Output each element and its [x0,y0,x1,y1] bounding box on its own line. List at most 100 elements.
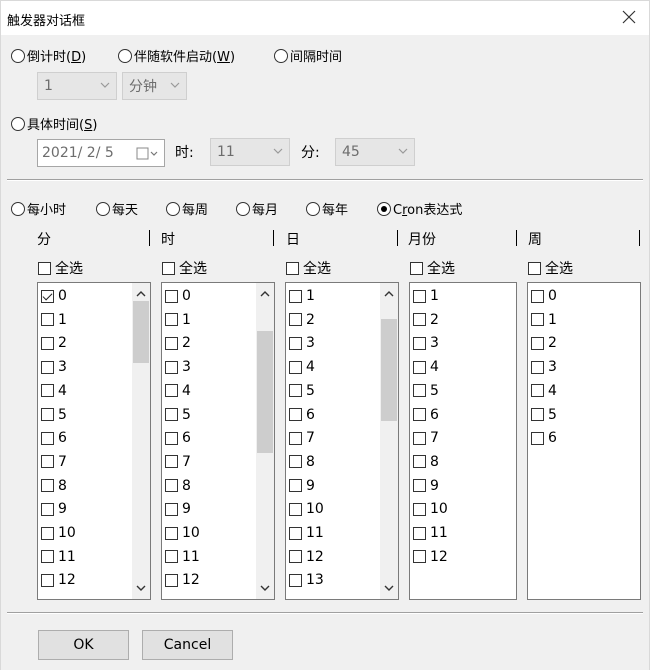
list-item[interactable]: 4 [41,381,67,401]
list-item[interactable]: 12 [165,570,200,590]
scrollbar-thumb[interactable] [257,331,273,453]
list-item[interactable]: 9 [413,476,439,496]
list-item[interactable]: 3 [41,357,67,377]
list-item[interactable]: 5 [165,405,191,425]
scrollbar-thumb[interactable] [381,319,397,421]
list-item[interactable]: 1 [41,310,67,330]
list-item[interactable]: 12 [289,547,324,567]
list-item[interactable]: 0 [165,286,191,306]
select-all-day[interactable]: 全选 [286,258,331,278]
list-item[interactable]: 8 [413,452,439,472]
ok-button[interactable]: OK [38,630,129,660]
list-item[interactable]: 9 [41,499,67,519]
list-item[interactable]: 6 [41,428,67,448]
day-list[interactable]: 1 2 3 4 5 6 7 8 9 10 11 12 13 [285,282,399,600]
chevron-up-icon[interactable] [135,289,147,299]
list-item[interactable]: 7 [41,452,67,472]
week-list[interactable]: 0 1 2 3 4 5 6 [527,282,641,600]
list-item[interactable]: 3 [289,333,315,353]
countdown-value-combo[interactable]: 1 [37,72,117,100]
list-item[interactable]: 4 [165,381,191,401]
date-picker[interactable]: 2021/ 2/ 5 [37,139,165,167]
radio-weekly[interactable]: 每周 [166,199,208,218]
column-header-week: 周 [528,232,542,248]
close-icon[interactable] [619,7,639,27]
list-item[interactable]: 7 [289,428,315,448]
list-item[interactable]: 7 [165,452,191,472]
list-item[interactable]: 1 [531,310,557,330]
list-item[interactable]: 12 [41,570,76,590]
list-item[interactable]: 3 [165,357,191,377]
list-item[interactable]: 8 [289,452,315,472]
list-item[interactable]: 10 [289,499,324,519]
list-item[interactable]: 6 [413,405,439,425]
radio-hourly[interactable]: 每小时 [11,199,66,218]
list-item[interactable]: 11 [41,547,76,567]
list-item[interactable]: 0 [531,286,557,306]
list-item[interactable]: 5 [41,405,67,425]
month-list[interactable]: 1 2 3 4 5 6 7 8 9 10 11 12 [409,282,517,600]
list-item[interactable]: 6 [531,428,557,448]
list-item[interactable]: 1 [289,286,315,306]
list-item[interactable]: 8 [41,476,67,496]
list-item[interactable]: 2 [413,310,439,330]
scrollbar-thumb[interactable] [133,301,149,363]
list-item[interactable]: 9 [289,476,315,496]
list-item[interactable]: 4 [413,357,439,377]
list-item[interactable]: 2 [41,333,67,353]
select-all-minute[interactable]: 全选 [38,258,83,278]
list-item[interactable]: 1 [413,286,439,306]
list-item[interactable]: 4 [289,357,315,377]
scrollbar[interactable] [256,283,274,599]
list-item[interactable]: 3 [413,333,439,353]
list-item[interactable]: 5 [531,405,557,425]
list-item[interactable]: 5 [413,381,439,401]
list-item[interactable]: 11 [413,523,448,543]
scrollbar[interactable] [132,283,150,599]
radio-with-software[interactable]: 伴随软件启动(W) [118,46,235,65]
chevron-down-icon[interactable] [135,583,147,593]
chevron-down-icon[interactable] [383,583,395,593]
list-item[interactable]: 10 [165,523,200,543]
list-item[interactable]: 13 [289,570,324,590]
list-item[interactable]: 0 [41,286,67,306]
scrollbar[interactable] [380,283,398,599]
list-item[interactable]: 8 [165,476,191,496]
select-all-hour[interactable]: 全选 [162,258,207,278]
list-item[interactable]: 9 [165,499,191,519]
hour-combo[interactable]: 11 [210,138,290,166]
list-item[interactable]: 2 [289,310,315,330]
minute-combo[interactable]: 45 [335,138,415,166]
chevron-up-icon[interactable] [259,289,271,299]
list-item[interactable]: 6 [165,428,191,448]
list-item[interactable]: 10 [41,523,76,543]
list-item[interactable]: 1 [165,310,191,330]
select-all-week[interactable]: 全选 [528,258,573,278]
cancel-button[interactable]: Cancel [142,630,233,660]
chevron-up-icon[interactable] [383,289,395,299]
countdown-unit-combo[interactable]: 分钟 [122,72,187,100]
list-item[interactable]: 2 [531,333,557,353]
list-item[interactable]: 12 [413,547,448,567]
radio-interval[interactable]: 间隔时间 [274,46,342,65]
list-item[interactable]: 11 [289,523,324,543]
radio-yearly[interactable]: 每年 [306,199,348,218]
radio-monthly[interactable]: 每月 [236,199,278,218]
list-item[interactable]: 3 [531,357,557,377]
list-item[interactable]: 5 [289,381,315,401]
select-all-month[interactable]: 全选 [410,258,455,278]
hour-list[interactable]: 0 1 2 3 4 5 6 7 8 9 10 11 12 [161,282,275,600]
list-item[interactable]: 7 [413,428,439,448]
chevron-down-icon[interactable] [259,583,271,593]
list-item[interactable]: 11 [165,547,200,567]
list-item[interactable]: 6 [289,405,315,425]
radio-specific-time[interactable]: 具体时间(S) [11,114,97,133]
list-item[interactable]: 4 [531,381,557,401]
list-item[interactable]: 2 [165,333,191,353]
minute-list[interactable]: 0 1 2 3 4 5 6 7 8 9 10 11 12 [37,282,151,600]
list-item-label: 4 [548,382,557,399]
radio-countdown[interactable]: 倒计时(D) [11,46,86,65]
radio-cron[interactable]: Cron表达式 [377,199,462,218]
radio-daily[interactable]: 每天 [96,199,138,218]
list-item[interactable]: 10 [413,499,448,519]
